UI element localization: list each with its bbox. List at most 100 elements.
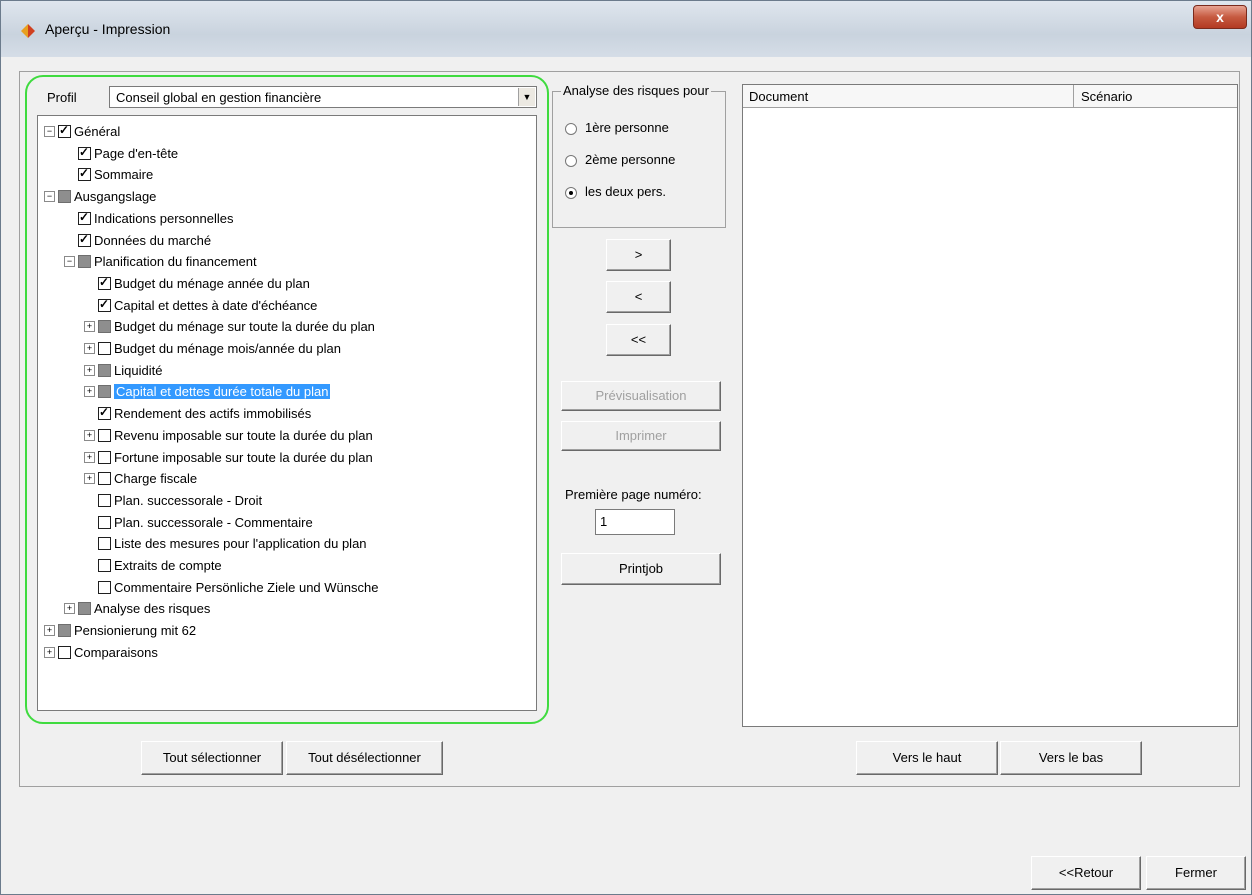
- tree-node-label[interactable]: Commentaire Persönliche Ziele und Wünsch…: [114, 580, 378, 595]
- tree-node-label[interactable]: Comparaisons: [74, 645, 158, 660]
- radio-both-persons[interactable]: les deux pers.: [565, 184, 666, 199]
- select-all-button[interactable]: Tout sélectionner: [141, 741, 283, 775]
- tree-node[interactable]: Indications personnelles: [64, 208, 233, 227]
- tree-node[interactable]: − Ausgangslage: [44, 186, 156, 205]
- expand-icon[interactable]: +: [84, 321, 95, 333]
- tree-node[interactable]: + Analyse des risques: [64, 598, 210, 617]
- first-page-input[interactable]: 1: [595, 509, 675, 535]
- tree-node[interactable]: Sommaire: [64, 164, 153, 183]
- tree-checkbox[interactable]: [98, 320, 111, 334]
- collapse-icon[interactable]: −: [64, 256, 75, 268]
- tree-checkbox[interactable]: [98, 298, 111, 312]
- preview-button[interactable]: Prévisualisation: [561, 381, 721, 411]
- radio-second-person[interactable]: 2ème personne: [565, 152, 675, 167]
- tree-node-label[interactable]: Plan. successorale - Commentaire: [114, 515, 313, 530]
- column-header-document[interactable]: Document: [749, 89, 808, 104]
- expand-icon[interactable]: +: [84, 429, 95, 441]
- printjob-button[interactable]: Printjob: [561, 553, 721, 585]
- tree-checkbox[interactable]: [98, 363, 111, 377]
- title-bar[interactable]: Aperçu - Impression x: [1, 1, 1251, 57]
- column-divider[interactable]: [1073, 85, 1074, 107]
- collapse-icon[interactable]: −: [44, 191, 55, 203]
- tree-checkbox[interactable]: [98, 428, 111, 442]
- tree-checkbox[interactable]: [98, 276, 111, 290]
- tree-checkbox[interactable]: [98, 407, 111, 421]
- tree-node[interactable]: + Revenu imposable sur toute la durée du …: [84, 425, 373, 444]
- remove-button[interactable]: <: [606, 281, 671, 313]
- move-down-button[interactable]: Vers le bas: [1000, 741, 1142, 775]
- profil-dropdown[interactable]: Conseil global en gestion financière ▼: [109, 86, 537, 108]
- tree-checkbox[interactable]: [98, 580, 111, 594]
- tree-node-label[interactable]: Liquidité: [114, 363, 162, 378]
- tree-node[interactable]: + Budget du ménage mois/année du plan: [84, 338, 341, 357]
- tree-checkbox[interactable]: [58, 624, 71, 638]
- tree-checkbox[interactable]: [58, 125, 71, 139]
- tree-node-label[interactable]: Extraits de compte: [114, 558, 222, 573]
- close-button[interactable]: Fermer: [1146, 856, 1246, 890]
- expand-icon[interactable]: +: [44, 625, 55, 637]
- tree-node[interactable]: + Capital et dettes durée totale du plan: [84, 381, 331, 400]
- tree-node-label[interactable]: Budget du ménage mois/année du plan: [114, 341, 341, 356]
- tree-checkbox[interactable]: [78, 168, 91, 182]
- move-up-button[interactable]: Vers le haut: [856, 741, 998, 775]
- document-list[interactable]: Document Scénario: [742, 84, 1238, 727]
- tree-checkbox[interactable]: [78, 255, 91, 269]
- tree-node-label[interactable]: Sommaire: [94, 167, 153, 182]
- tree-node-label[interactable]: Général: [74, 124, 120, 139]
- tree-node[interactable]: Capital et dettes à date d'échéance: [84, 295, 317, 314]
- expand-icon[interactable]: +: [64, 603, 75, 615]
- tree-node[interactable]: + Budget du ménage sur toute la durée du …: [84, 316, 375, 335]
- tree-node-label[interactable]: Fortune imposable sur toute la durée du …: [114, 450, 373, 465]
- deselect-all-button[interactable]: Tout désélectionner: [286, 741, 443, 775]
- tree-node-label[interactable]: Budget du ménage année du plan: [114, 276, 310, 291]
- tree-node[interactable]: Extraits de compte: [84, 555, 222, 574]
- back-button[interactable]: <<Retour: [1031, 856, 1141, 890]
- tree-checkbox[interactable]: [78, 602, 91, 616]
- tree-node-label[interactable]: Page d'en-tête: [94, 146, 178, 161]
- tree-node[interactable]: + Comparaisons: [44, 642, 158, 661]
- tree-node[interactable]: Page d'en-tête: [64, 143, 178, 162]
- tree-checkbox[interactable]: [98, 342, 111, 356]
- tree-node[interactable]: Données du marché: [64, 230, 211, 249]
- tree-node[interactable]: + Liquidité: [84, 360, 162, 379]
- tree-node-label[interactable]: Analyse des risques: [94, 601, 210, 616]
- tree-node-label[interactable]: Données du marché: [94, 233, 211, 248]
- tree-checkbox[interactable]: [98, 537, 111, 551]
- tree-node-label[interactable]: Revenu imposable sur toute la durée du p…: [114, 428, 373, 443]
- tree-node-label[interactable]: Capital et dettes durée totale du plan: [114, 384, 331, 400]
- expand-icon[interactable]: +: [84, 364, 95, 376]
- expand-icon[interactable]: +: [84, 473, 95, 485]
- remove-all-button[interactable]: <<: [606, 324, 671, 356]
- tree-node-label[interactable]: Rendement des actifs immobilisés: [114, 406, 311, 421]
- report-tree[interactable]: − Général Page d'en-tête Sommaire − Ausgangsl…: [37, 115, 537, 711]
- tree-node[interactable]: Commentaire Persönliche Ziele und Wünsch…: [84, 577, 378, 596]
- tree-checkbox[interactable]: [98, 559, 111, 573]
- close-window-button[interactable]: x: [1193, 5, 1247, 29]
- tree-checkbox[interactable]: [78, 233, 91, 247]
- tree-node[interactable]: + Pensionierung mit 62: [44, 620, 196, 639]
- tree-checkbox[interactable]: [98, 493, 111, 507]
- tree-checkbox[interactable]: [98, 515, 111, 529]
- radio-first-person[interactable]: 1ère personne: [565, 120, 669, 135]
- expand-icon[interactable]: +: [84, 343, 95, 355]
- print-button[interactable]: Imprimer: [561, 421, 721, 451]
- expand-icon[interactable]: +: [84, 451, 95, 463]
- tree-node-label[interactable]: Indications personnelles: [94, 211, 233, 226]
- expand-icon[interactable]: +: [84, 386, 95, 398]
- tree-node[interactable]: − Général: [44, 121, 120, 140]
- tree-node-label[interactable]: Liste des mesures pour l'application du …: [114, 536, 367, 551]
- radio-indicator[interactable]: [565, 122, 577, 135]
- tree-checkbox[interactable]: [98, 472, 111, 486]
- tree-node-label[interactable]: Planification du financement: [94, 254, 257, 269]
- tree-node-label[interactable]: Plan. successorale - Droit: [114, 493, 262, 508]
- tree-node[interactable]: Plan. successorale - Droit: [84, 490, 262, 509]
- tree-checkbox[interactable]: [78, 211, 91, 225]
- chevron-down-icon[interactable]: ▼: [518, 88, 535, 106]
- tree-checkbox[interactable]: [98, 385, 111, 399]
- tree-node[interactable]: Rendement des actifs immobilisés: [84, 403, 311, 422]
- tree-checkbox[interactable]: [98, 450, 111, 464]
- tree-node[interactable]: − Planification du financement: [64, 251, 257, 270]
- tree-node-label[interactable]: Charge fiscale: [114, 471, 197, 486]
- radio-indicator[interactable]: [565, 154, 577, 167]
- add-button[interactable]: >: [606, 239, 671, 271]
